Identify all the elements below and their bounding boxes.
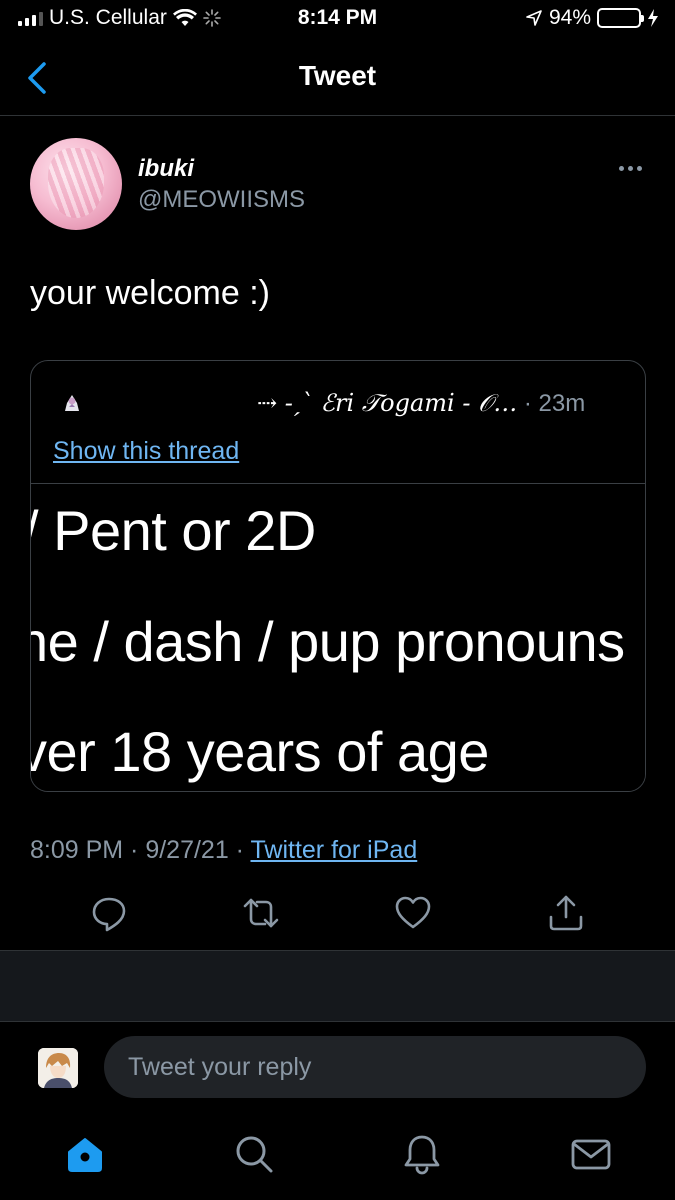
tweet-timestamp: 8:09 PM · 9/27/21 · [30,836,251,864]
quoted-tweet-time: · 23m [517,390,586,417]
notifications-bell-icon[interactable] [400,1132,444,1176]
status-bar: U.S. Cellular 8:14 PM 94% [0,0,675,38]
author-display-name[interactable]: ibuki [138,155,194,183]
page-title: Tweet [298,60,377,91]
author-avatar[interactable] [30,138,122,230]
retweet-icon[interactable] [241,893,281,933]
author-handle[interactable]: @MEOWIISMS [138,186,305,214]
quoted-tweet-header: ⇢ -ˏˋ ℰri 𝒯ogami - 𝒪… · 23m [257,389,585,418]
messages-mail-icon[interactable] [569,1132,613,1176]
quoted-tweet-image[interactable]: / Pent or 2D ne / dash / pup pronouns ve… [31,484,645,791]
like-heart-icon[interactable] [393,893,433,933]
quoted-author-avatar[interactable] [63,393,81,413]
tweet-meta: 8:09 PM · 9/27/21 · Twitter for iPad [30,836,417,865]
home-icon[interactable] [63,1132,107,1176]
more-options-icon[interactable] [612,158,648,178]
quoted-author-name[interactable]: ⇢ -ˏˋ ℰri 𝒯ogami - 𝒪… [257,389,517,417]
charging-bolt-icon [648,9,658,27]
divider [0,1021,675,1022]
image-text-line: / Pent or 2D [31,499,316,562]
current-user-avatar[interactable] [38,1048,78,1088]
image-text-line: ne / dash / pup pronouns [31,610,625,673]
show-thread-link[interactable]: Show this thread [53,437,239,466]
battery-icon [597,8,644,28]
tweet-source-link[interactable]: Twitter for iPad [251,836,418,864]
reply-input[interactable] [104,1036,646,1098]
tweet-text: your welcome :) [30,274,270,312]
section-gap [0,951,675,1021]
navigation-bar: Tweet [0,40,675,116]
share-icon[interactable] [546,893,586,933]
location-arrow-icon [526,10,542,26]
reply-comment-icon[interactable] [89,893,129,933]
battery-percent: 94% [548,6,591,29]
search-icon[interactable] [232,1132,276,1176]
image-text-line: ver 18 years of age [31,720,489,783]
quoted-tweet-card[interactable]: ⇢ -ˏˋ ℰri 𝒯ogami - 𝒪… · 23m Show this th… [30,360,646,792]
status-right: 94% [525,6,659,30]
